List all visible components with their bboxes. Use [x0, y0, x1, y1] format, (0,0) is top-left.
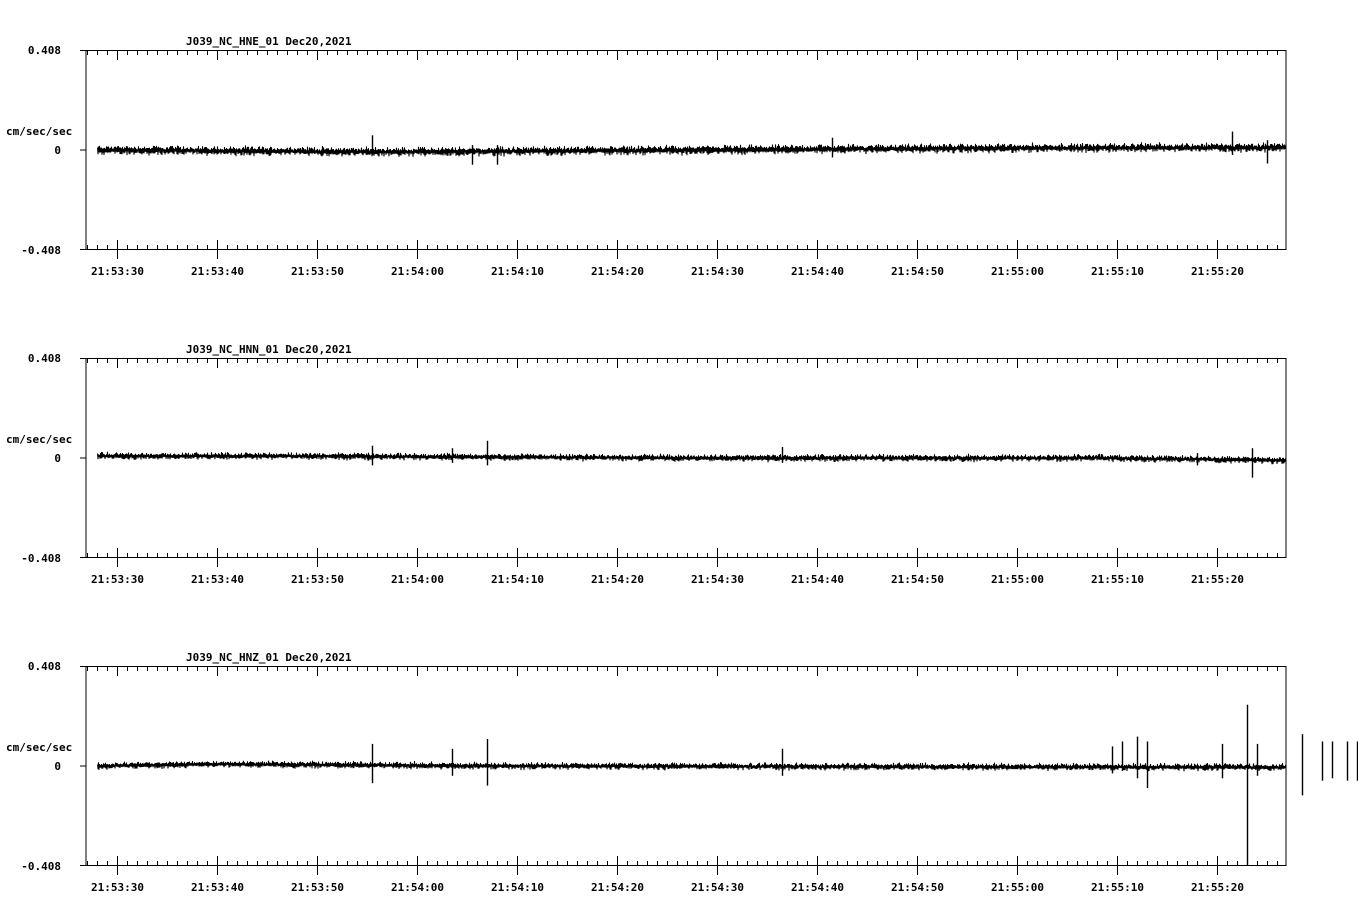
- x-tick-label: 21:54:00: [391, 573, 444, 586]
- x-tick-label: 21:55:00: [991, 573, 1044, 586]
- x-tick-label: 21:53:30: [91, 265, 144, 278]
- chart-title: J039_NC_HNZ_01 Dec20,2021: [186, 651, 352, 664]
- x-tick-label: 21:54:10: [491, 265, 544, 278]
- x-tick-label: 21:54:40: [791, 573, 844, 586]
- y-tick-label-min: -0.408: [21, 244, 61, 257]
- x-tick-label: 21:55:00: [991, 265, 1044, 278]
- x-tick-label: 21:55:00: [991, 881, 1044, 894]
- chart-title: J039_NC_HNE_01 Dec20,2021: [186, 35, 352, 48]
- waveform-trace: [97, 760, 1286, 772]
- y-axis-label: cm/sec/sec: [6, 433, 72, 446]
- x-tick-label: 21:53:30: [91, 573, 144, 586]
- x-tick-label: 21:53:40: [191, 881, 244, 894]
- x-tick-label: 21:55:20: [1191, 881, 1244, 894]
- x-tick-label: 21:54:50: [891, 881, 944, 894]
- y-tick-label-zero: 0: [54, 760, 61, 773]
- x-tick-label: 21:54:00: [391, 265, 444, 278]
- seismogram-figure: 21:53:30 21:53:40 21:53:50 21:54:00 21:54:10…: [6, 35, 1358, 894]
- x-ticks: [87, 666, 1278, 875]
- y-axis-label: cm/sec/sec: [6, 741, 72, 754]
- x-tick-label: 21:54:30: [691, 265, 744, 278]
- waveform-trace: [97, 142, 1286, 157]
- x-tick-label: 21:54:50: [891, 573, 944, 586]
- x-tick-label: 21:54:10: [491, 573, 544, 586]
- x-tick-label: 21:54:10: [491, 881, 544, 894]
- x-tick-label: 21:53:50: [291, 265, 344, 278]
- x-tick-label: 21:53:40: [191, 573, 244, 586]
- x-tick-label: 21:53:30: [91, 881, 144, 894]
- x-tick-label: 21:54:40: [791, 265, 844, 278]
- y-tick-label-min: -0.408: [21, 860, 61, 873]
- x-tick-label: 21:55:10: [1091, 881, 1144, 894]
- x-tick-label: 21:54:00: [391, 881, 444, 894]
- x-tick-label: 21:55:10: [1091, 265, 1144, 278]
- x-tick-label: 21:55:20: [1191, 573, 1244, 586]
- x-tick-label: 21:53:50: [291, 881, 344, 894]
- y-tick-label-max: 0.408: [28, 660, 61, 673]
- chart-panel-1: 21:53:30 21:53:40 21:53:50 21:54:00 21:54:10…: [6, 35, 1287, 278]
- x-tick-label: 21:54:30: [691, 573, 744, 586]
- x-tick-label: 21:54:20: [591, 265, 644, 278]
- x-ticks: [87, 358, 1278, 567]
- x-tick-label: 21:55:20: [1191, 265, 1244, 278]
- x-tick-label: 21:54:20: [591, 881, 644, 894]
- y-tick-label-zero: 0: [54, 452, 61, 465]
- x-tick-label: 21:54:20: [591, 573, 644, 586]
- x-tick-label: 21:53:40: [191, 265, 244, 278]
- chart-title: J039_NC_HNN_01 Dec20,2021: [186, 343, 352, 356]
- y-tick-label-max: 0.408: [28, 44, 61, 57]
- y-tick-label-zero: 0: [54, 144, 61, 157]
- chart-panel-3: 21:53:30 21:53:40 21:53:50 21:54:00 21:54:10…: [6, 651, 1358, 894]
- x-tick-label: 21:54:30: [691, 881, 744, 894]
- x-tick-label: 21:55:10: [1091, 573, 1144, 586]
- y-axis-label: cm/sec/sec: [6, 125, 72, 138]
- x-tick-label: 21:53:50: [291, 573, 344, 586]
- chart-panel-2: 21:53:30 21:53:40 21:53:50 21:54:00 21:54:10…: [6, 343, 1287, 586]
- x-tick-label: 21:54:50: [891, 265, 944, 278]
- y-tick-label-max: 0.408: [28, 352, 61, 365]
- y-tick-label-min: -0.408: [21, 552, 61, 565]
- x-tick-label: 21:54:40: [791, 881, 844, 894]
- waveform-trace: [97, 451, 1286, 465]
